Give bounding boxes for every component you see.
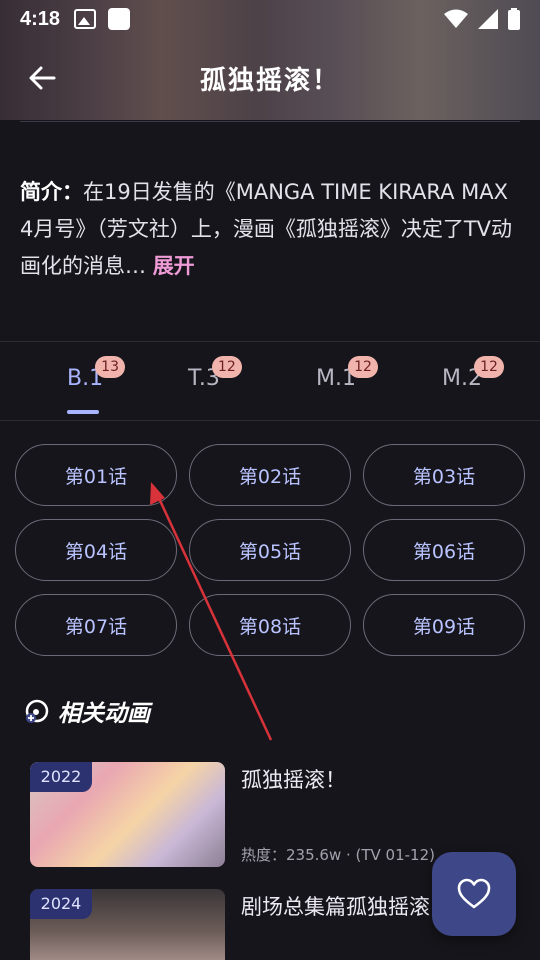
battery-icon (508, 8, 520, 30)
wifi-icon (444, 9, 468, 28)
anime-title: 孤独摇滚！ (241, 768, 346, 792)
year-badge: 2022 (30, 762, 92, 792)
anime-title: 剧场总集篇孤独摇滚 (241, 895, 430, 919)
anime-cover-image: 2024 (30, 889, 225, 960)
app-bar: 孤独摇滚！ (0, 50, 540, 106)
related-title: 相关动画 (58, 701, 150, 727)
anime-cover-image: 2022 (30, 762, 225, 867)
gallery-notification-icon (74, 9, 97, 29)
signal-icon (478, 9, 498, 29)
status-time: 4:18 (20, 7, 61, 30)
tv-plus-icon (25, 699, 49, 723)
related-header: 相关动画 (24, 694, 150, 728)
app-notification-icon (108, 8, 131, 30)
heart-icon (457, 878, 491, 909)
year-badge: 2024 (30, 889, 92, 919)
page-title: 孤独摇滚！ (199, 66, 340, 96)
status-bar: 4:18 (0, 0, 540, 38)
related-item[interactable]: 2022 孤独摇滚！ 热度：235.6w · (TV 01-12) (30, 762, 510, 867)
favorite-button[interactable] (432, 852, 516, 936)
anime-meta: 热度：235.6w · (TV 01-12) (241, 846, 435, 864)
